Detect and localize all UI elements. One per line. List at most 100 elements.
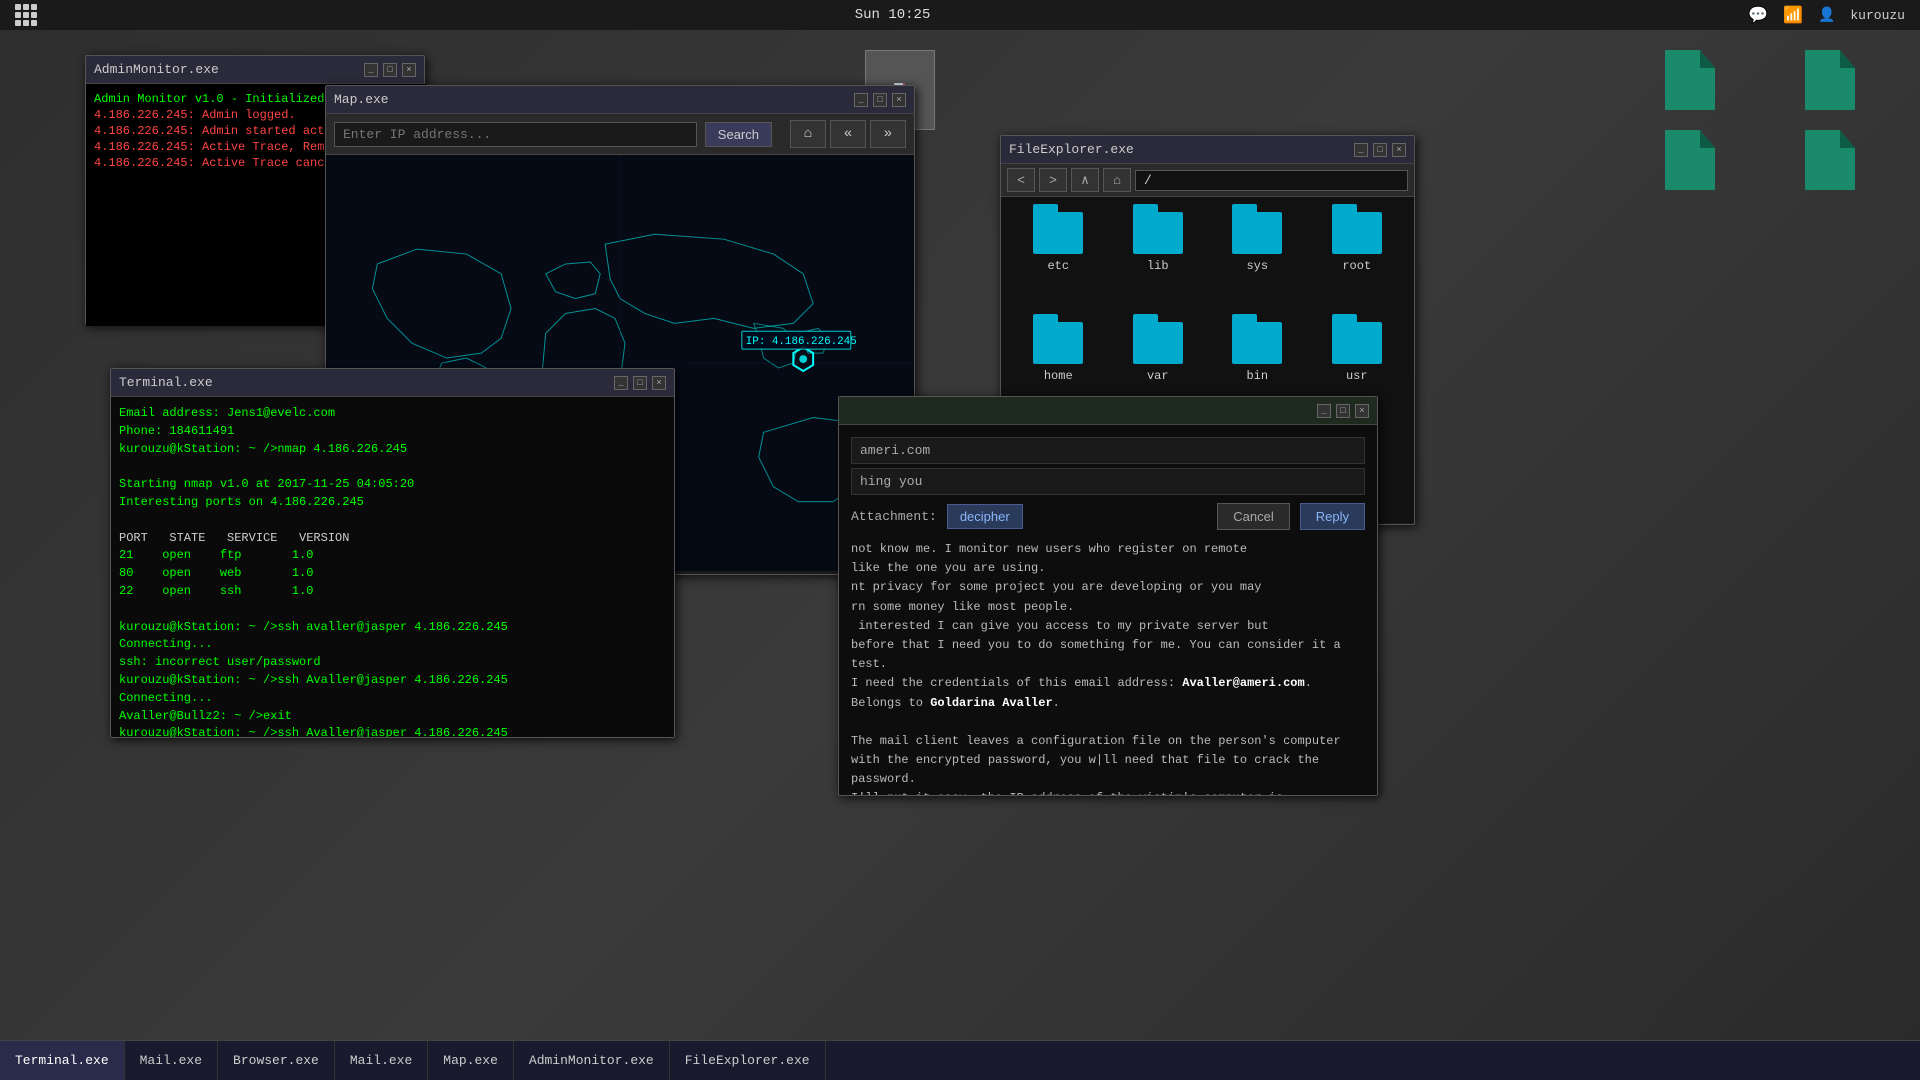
taskbar-mail1[interactable]: Mail.exe	[125, 1041, 218, 1080]
term-15: ssh: incorrect user/password	[119, 654, 666, 671]
file-icon-2	[1805, 50, 1855, 110]
mail-window: _ □ × ameri.com hing you Attachment: dec…	[838, 396, 1378, 796]
username: kurouzu	[1850, 8, 1905, 23]
folder-icon-usr	[1332, 322, 1382, 364]
file-icon-1	[1665, 50, 1715, 110]
app-grid-icon[interactable]	[15, 4, 37, 26]
admin-minimize-btn[interactable]: _	[364, 63, 378, 77]
fe-folder-home-label: home	[1044, 369, 1073, 383]
term-19: kurouzu@kStation: ~ />ssh Avaller@jasper…	[119, 725, 666, 737]
term-11: 22 open ssh 1.0	[119, 583, 666, 600]
file-explorer-controls: _ □ ×	[1354, 143, 1406, 157]
fe-folder-root[interactable]: root	[1315, 212, 1400, 307]
taskbar-adminmonitor[interactable]: AdminMonitor.exe	[514, 1041, 670, 1080]
fe-up-btn[interactable]: ∧	[1071, 168, 1099, 192]
term-16: kurouzu@kStation: ~ />ssh Avaller@jasper…	[119, 672, 666, 689]
file-explorer-title: FileExplorer.exe	[1009, 142, 1134, 157]
folder-icon-lib	[1133, 212, 1183, 254]
term-17: Connecting...	[119, 690, 666, 707]
chat-icon[interactable]: 💬	[1748, 5, 1768, 25]
admin-maximize-btn[interactable]: □	[383, 63, 397, 77]
map-titlebar[interactable]: Map.exe _ □ ×	[326, 86, 914, 114]
fe-forward-btn[interactable]: >	[1039, 168, 1067, 192]
term-6: Interesting ports on 4.186.226.245	[119, 494, 666, 511]
mail-decipher-button[interactable]: decipher	[947, 504, 1023, 529]
map-title: Map.exe	[334, 92, 389, 107]
fe-home-btn[interactable]: ⌂	[1103, 168, 1131, 192]
desktop-icon-2[interactable]	[1790, 50, 1870, 110]
map-ip-input[interactable]	[334, 122, 697, 147]
term-14: Connecting...	[119, 636, 666, 653]
map-forward-btn[interactable]: »	[870, 120, 906, 148]
mail-attachment-label: Attachment:	[851, 509, 937, 524]
taskbar-fileexplorer-label: FileExplorer.exe	[685, 1053, 810, 1068]
mail-close-btn[interactable]: ×	[1355, 404, 1369, 418]
term-18: Avaller@Bullz2: ~ />exit	[119, 708, 666, 725]
fe-close-btn[interactable]: ×	[1392, 143, 1406, 157]
taskbar-terminal-label: Terminal.exe	[15, 1053, 109, 1068]
term-5: Starting nmap v1.0 at 2017-11-25 04:05:2…	[119, 476, 666, 493]
mail-controls: _ □ ×	[1317, 404, 1369, 418]
terminal-title: Terminal.exe	[119, 375, 213, 390]
taskbar-terminal[interactable]: Terminal.exe	[0, 1041, 125, 1080]
fe-path-input[interactable]	[1135, 170, 1408, 191]
map-maximize-btn[interactable]: □	[873, 93, 887, 107]
taskbar-browser[interactable]: Browser.exe	[218, 1041, 335, 1080]
admin-monitor-titlebar[interactable]: AdminMonitor.exe _ □ ×	[86, 56, 424, 84]
taskbar-mail2[interactable]: Mail.exe	[335, 1041, 428, 1080]
map-toolbar: Search ⌂ « »	[326, 114, 914, 155]
mail-to-value: ameri.com	[860, 443, 930, 458]
fe-folder-lib-label: lib	[1147, 259, 1169, 273]
svg-text:IP: 4.186.226.245: IP: 4.186.226.245	[746, 336, 857, 348]
desktop-icon-3[interactable]	[1650, 130, 1730, 190]
fe-folder-lib[interactable]: lib	[1116, 212, 1201, 307]
fe-folder-etc[interactable]: etc	[1016, 212, 1101, 307]
term-3: kurouzu@kStation: ~ />nmap 4.186.226.245	[119, 441, 666, 458]
wifi-icon: 📶	[1783, 5, 1803, 25]
term-1: Email address: Jens1@evelc.com	[119, 405, 666, 422]
fe-minimize-btn[interactable]: _	[1354, 143, 1368, 157]
term-2: Phone: 184611491	[119, 423, 666, 440]
mail-content: ameri.com hing you Attachment: decipher …	[839, 425, 1377, 795]
terminal-content: Email address: Jens1@evelc.com Phone: 18…	[111, 397, 674, 737]
mail-minimize-btn[interactable]: _	[1317, 404, 1331, 418]
map-home-btn[interactable]: ⌂	[790, 120, 826, 148]
topbar: Sun 10:25 💬 📶 👤 kurouzu	[0, 0, 1920, 30]
map-back-btn[interactable]: «	[830, 120, 866, 148]
fe-folder-sys[interactable]: sys	[1215, 212, 1300, 307]
terminal-maximize-btn[interactable]: □	[633, 376, 647, 390]
mail-cancel-button[interactable]: Cancel	[1217, 503, 1289, 530]
mail-to-field: ameri.com	[851, 437, 1365, 464]
term-10: 80 open web 1.0	[119, 565, 666, 582]
fe-folder-bin-label: bin	[1246, 369, 1268, 383]
map-minimize-btn[interactable]: _	[854, 93, 868, 107]
mail-titlebar[interactable]: _ □ ×	[839, 397, 1377, 425]
fe-back-btn[interactable]: <	[1007, 168, 1035, 192]
terminal-close-btn[interactable]: ×	[652, 376, 666, 390]
taskbar-browser-label: Browser.exe	[233, 1053, 319, 1068]
topbar-left	[15, 4, 37, 26]
mail-subj-value: hing you	[860, 474, 922, 489]
desktop-icon-1[interactable]	[1650, 50, 1730, 110]
terminal-titlebar[interactable]: Terminal.exe _ □ ×	[111, 369, 674, 397]
file-icon-4	[1805, 130, 1855, 190]
mail-reply-button[interactable]: Reply	[1300, 503, 1365, 530]
admin-close-btn[interactable]: ×	[402, 63, 416, 77]
fe-folder-sys-label: sys	[1246, 259, 1268, 273]
terminal-minimize-btn[interactable]: _	[614, 376, 628, 390]
term-8: PORT STATE SERVICE VERSION	[119, 530, 666, 547]
desktop-icon-4[interactable]	[1790, 130, 1870, 190]
fe-toolbar: < > ∧ ⌂	[1001, 164, 1414, 197]
map-close-btn[interactable]: ×	[892, 93, 906, 107]
fe-maximize-btn[interactable]: □	[1373, 143, 1387, 157]
folder-icon-root	[1332, 212, 1382, 254]
file-explorer-titlebar[interactable]: FileExplorer.exe _ □ ×	[1001, 136, 1414, 164]
terminal-window: Terminal.exe _ □ × Email address: Jens1@…	[110, 368, 675, 738]
taskbar-fileexplorer[interactable]: FileExplorer.exe	[670, 1041, 826, 1080]
map-search-button[interactable]: Search	[705, 122, 772, 147]
desktop-icons-area-2	[1650, 130, 1870, 190]
map-controls: _ □ ×	[854, 93, 906, 107]
taskbar-mail1-label: Mail.exe	[140, 1053, 202, 1068]
taskbar-map[interactable]: Map.exe	[428, 1041, 514, 1080]
mail-maximize-btn[interactable]: □	[1336, 404, 1350, 418]
